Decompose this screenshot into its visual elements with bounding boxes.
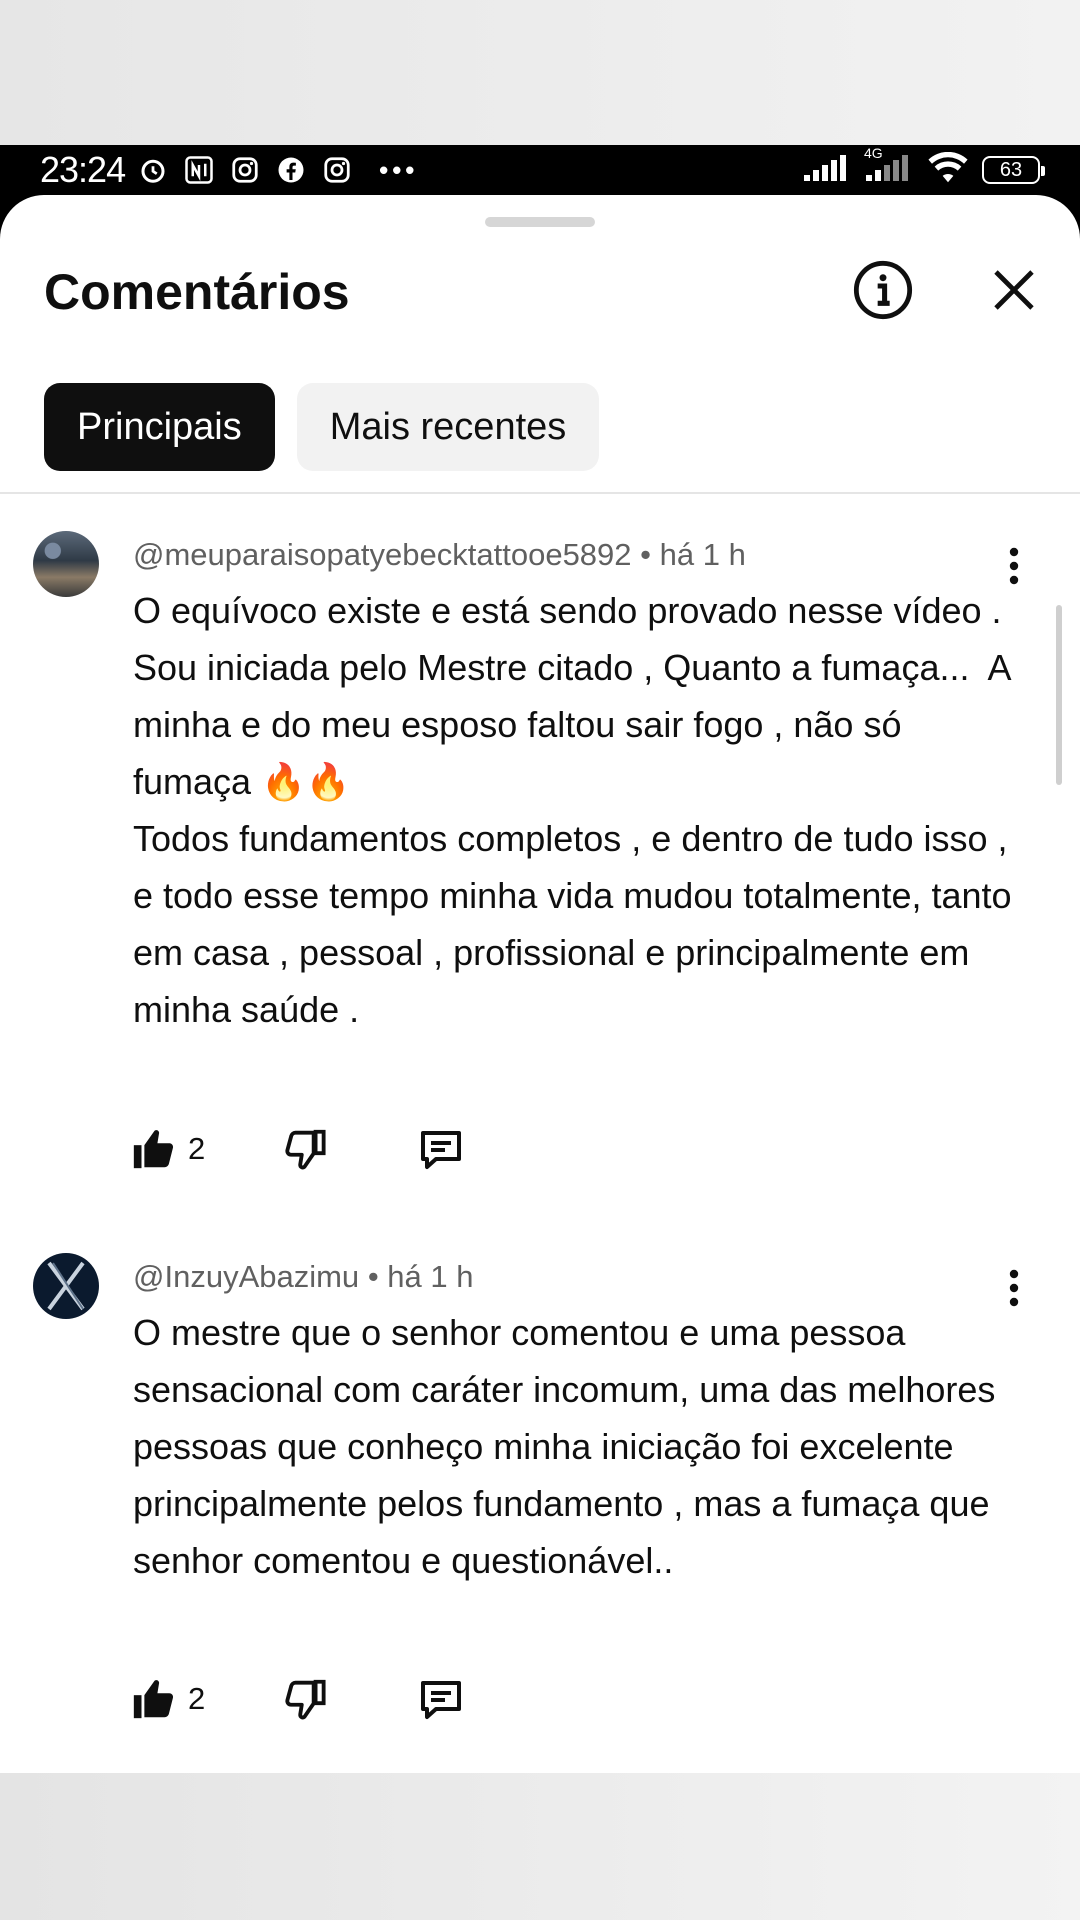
comment-author[interactable]: @meuparaisopatyebecktattooe5892 (133, 537, 632, 572)
thumb-up-icon (133, 1680, 174, 1719)
like-count: 2 (188, 1131, 206, 1166)
reply-button[interactable] (417, 1675, 465, 1723)
close-icon (994, 270, 1034, 310)
signal-4g-icon: 4G (864, 145, 914, 188)
more-vert-icon (1009, 547, 1019, 585)
wifi-icon (926, 151, 970, 189)
comment-time: • há 1 h (367, 1259, 474, 1294)
screenshot-top-margin (0, 0, 1080, 145)
avatar[interactable] (33, 1253, 99, 1319)
battery-indicator: 63 (982, 156, 1045, 184)
header-divider (0, 492, 1080, 494)
comment-actions: 2 (130, 1675, 465, 1723)
alarm-icon (137, 154, 169, 186)
comment-time: • há 1 h (640, 537, 746, 572)
avatar-x-logo (47, 1261, 85, 1311)
nubank-icon (183, 154, 215, 186)
system-icons: 4G 63 (802, 145, 1045, 189)
comment-paragraph: O mestre que o senhor comentou e uma pes… (133, 1312, 1006, 1581)
more-vert-icon (1009, 1269, 1019, 1307)
comment-paragraph: O equívoco existe e está sendo provado n… (133, 590, 1002, 631)
network-type-label: 4G (864, 144, 883, 161)
notification-icons: ••• (137, 154, 418, 186)
status-time: 23:24 (40, 149, 126, 190)
info-icon (853, 260, 913, 320)
instagram-icon (229, 154, 261, 186)
like-button[interactable]: 2 (130, 1126, 205, 1172)
drag-handle[interactable] (485, 217, 595, 227)
instagram-icon (321, 154, 353, 186)
comment-meta: @InzuyAbazimu • há 1 h (133, 1259, 473, 1295)
dislike-button[interactable] (283, 1126, 329, 1172)
comment-text: O mestre que o senhor comentou e uma pes… (133, 1304, 1013, 1589)
reply-icon (421, 1681, 462, 1719)
reply-button[interactable] (417, 1125, 465, 1173)
like-count: 2 (188, 1681, 206, 1716)
chip-mais-recentes[interactable]: Mais recentes (296, 383, 600, 471)
thumb-up-icon (133, 1130, 174, 1169)
comment-paragraph: Todos fundamentos completos , e dentro d… (133, 818, 1022, 1030)
info-button[interactable] (848, 255, 918, 325)
reply-icon (421, 1131, 462, 1169)
comment-actions: 2 (130, 1125, 465, 1173)
thumb-down-icon (285, 1129, 326, 1170)
screenshot-bottom-margin (0, 1773, 1080, 1920)
comment-author[interactable]: @InzuyAbazimu (133, 1259, 359, 1294)
battery-level: 63 (999, 158, 1023, 181)
status-bar: 23:24 ••• 4G 63 (0, 145, 1080, 195)
signal-icon (802, 153, 852, 188)
like-button[interactable]: 2 (130, 1676, 205, 1722)
close-button[interactable] (979, 255, 1049, 325)
sheet-title: Comentários (44, 264, 350, 320)
avatar[interactable] (33, 531, 99, 597)
phone-screen: 23:24 ••• 4G 63 Comentários Principais M… (0, 145, 1080, 1773)
comment-text: O equívoco existe e está sendo provado n… (133, 582, 1013, 1038)
scrollbar[interactable] (1056, 605, 1062, 785)
comment-paragraph: Sou iniciada pelo Mestre citado , Quanto… (133, 647, 1020, 802)
comment-meta: @meuparaisopatyebecktattooe5892 • há 1 h (133, 537, 746, 573)
comments-sheet: Comentários Principais Mais recentes @me… (0, 195, 1080, 1773)
more-notifications-icon: ••• (379, 154, 419, 185)
facebook-icon (275, 154, 307, 186)
thumb-down-icon (285, 1679, 326, 1720)
dislike-button[interactable] (283, 1676, 329, 1722)
sort-chips: Principais Mais recentes (44, 383, 600, 471)
chip-principais[interactable]: Principais (44, 383, 275, 471)
